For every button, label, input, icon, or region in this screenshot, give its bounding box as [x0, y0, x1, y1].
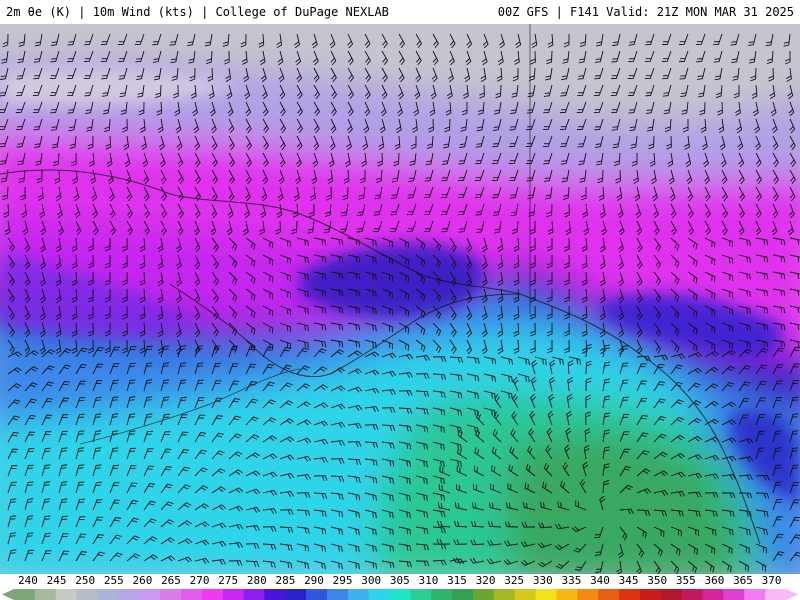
- legend-swatch: [243, 589, 265, 600]
- legend-swatch: [222, 589, 245, 600]
- legend-swatch: [410, 589, 432, 600]
- legend-tick-300: 300: [361, 574, 382, 587]
- legend-swatch: [326, 589, 349, 600]
- legend-swatch: [180, 589, 203, 600]
- legend-swatch: [264, 589, 286, 600]
- legend-tick-330: 330: [532, 574, 553, 587]
- legend-tick-315: 315: [447, 574, 467, 587]
- legend-swatch: [723, 589, 745, 600]
- legend-swatch: [97, 589, 119, 600]
- legend-swatch: [201, 589, 224, 600]
- legend-colorbar: [2, 589, 798, 600]
- legend-tick-355: 355: [675, 574, 696, 587]
- legend-tick-240: 240: [18, 574, 38, 587]
- legend-swatch: [389, 589, 411, 600]
- legend-tick-345: 345: [618, 574, 639, 587]
- legend-swatch: [431, 589, 453, 600]
- legend-tick-280: 280: [246, 574, 267, 587]
- legend-swatch: [14, 589, 36, 600]
- legend-swatch: [598, 589, 620, 600]
- legend-ticks: 240 245 250 255 260 265 270 275 280 285 290 295 300 3…: [0, 574, 800, 588]
- legend-swatch: [368, 589, 391, 600]
- legend-tick-335: 335: [561, 574, 582, 587]
- legend-tick-365: 365: [733, 574, 753, 587]
- legend-swatch: [493, 589, 516, 600]
- legend-swatch: [34, 589, 57, 600]
- legend-swatch: [118, 589, 140, 600]
- legend-tick-340: 340: [590, 574, 610, 587]
- color-legend: 240 245 250 255 260 265 270 275 280 285 290 295 300 3…: [0, 574, 800, 600]
- legend-tick-265: 265: [161, 574, 181, 587]
- legend-tick-350: 350: [647, 574, 668, 587]
- legend-tick-275: 275: [218, 574, 239, 587]
- product-title: 2m θe (K) | 10m Wind (kts) | College of …: [6, 5, 389, 19]
- legend-swatch: [285, 589, 307, 600]
- legend-swatch: [76, 589, 98, 600]
- legend-tick-360: 360: [704, 574, 725, 587]
- legend-tick-255: 255: [103, 574, 124, 587]
- legend-swatch: [744, 589, 766, 600]
- model-run-valid-time: 00Z GFS | F141 Valid: 21Z MON MAR 31 202…: [497, 5, 794, 19]
- legend-arrow-high: [786, 589, 798, 600]
- legend-tick-305: 305: [389, 574, 410, 587]
- legend-swatch: [556, 589, 578, 600]
- legend-swatch: [514, 589, 537, 600]
- legend-swatch: [681, 589, 704, 600]
- theta-e-field: [0, 24, 800, 574]
- legend-swatch: [619, 589, 641, 600]
- legend-tick-270: 270: [189, 574, 210, 587]
- legend-swatch: [535, 589, 557, 600]
- legend-swatch: [55, 589, 78, 600]
- legend-tick-295: 295: [332, 574, 353, 587]
- legend-swatch: [473, 589, 495, 600]
- legend-swatch: [306, 589, 328, 600]
- legend-swatch: [160, 589, 182, 600]
- legend-tick-250: 250: [75, 574, 96, 587]
- weather-map: [0, 24, 800, 574]
- legend-tick-310: 310: [418, 574, 439, 587]
- legend-tick-325: 325: [504, 574, 525, 587]
- legend-swatch: [639, 589, 662, 600]
- legend-swatch: [577, 589, 599, 600]
- legend-swatch: [765, 589, 787, 600]
- legend-tick-260: 260: [132, 574, 153, 587]
- legend-swatch: [452, 589, 474, 600]
- legend-tick-245: 245: [46, 574, 67, 587]
- legend-tick-290: 290: [304, 574, 324, 587]
- legend-arrow-low: [2, 589, 14, 600]
- legend-tick-370: 370: [761, 574, 782, 587]
- legend-swatch: [347, 589, 370, 600]
- legend-swatch: [702, 589, 724, 600]
- map-header: 2m θe (K) | 10m Wind (kts) | College of …: [0, 0, 800, 24]
- legend-tick-320: 320: [475, 574, 496, 587]
- legend-swatch: [660, 589, 683, 600]
- legend-swatch: [139, 589, 161, 600]
- legend-tick-285: 285: [275, 574, 296, 587]
